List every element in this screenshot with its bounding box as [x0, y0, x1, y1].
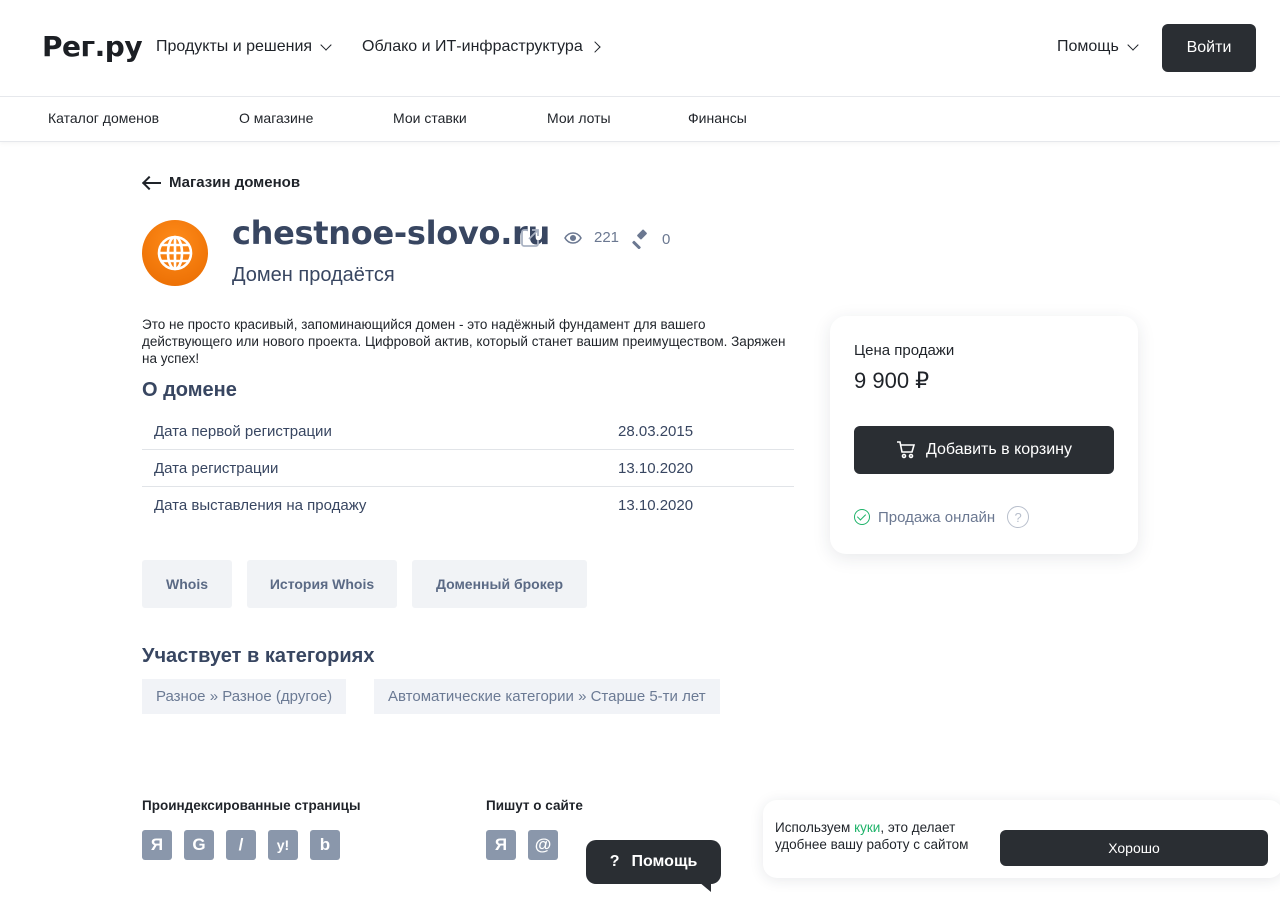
whois-history-button[interactable]: История Whois	[247, 560, 397, 608]
cookie-accept-button[interactable]: Хорошо	[1000, 830, 1268, 866]
globe-icon	[142, 220, 208, 286]
sale-status: Домен продаётся	[232, 264, 395, 286]
cookie-link[interactable]: куки	[854, 820, 880, 835]
info-value: 13.10.2020	[618, 459, 694, 477]
check-circle-icon	[854, 509, 870, 525]
bids-count: 0	[662, 230, 671, 248]
price-label: Цена продажи	[854, 342, 955, 359]
domain-name: chestnoe-slovo.ru	[232, 214, 551, 252]
eye-icon	[564, 231, 582, 244]
nav-cloud[interactable]: Облако и ИТ-инфраструктура	[362, 38, 601, 56]
chevron-down-icon	[1127, 39, 1139, 51]
online-sale: Продажа онлайн ?	[854, 506, 1030, 528]
site-logo[interactable]: Рег.ру	[42, 30, 143, 63]
subnav-finance[interactable]: Финансы	[688, 110, 747, 126]
help-chat-button[interactable]: ? Помощь	[586, 840, 721, 892]
info-label: Дата выставления на продажу	[154, 497, 367, 514]
yahoo-icon[interactable]: y!	[268, 830, 298, 860]
mail-icon[interactable]: @	[528, 830, 558, 860]
cookie-text: Используем куки, это делает удобнее вашу…	[775, 819, 995, 853]
login-button[interactable]: Войти	[1162, 24, 1256, 72]
domain-info-table: Дата первой регистрации 28.03.2015 Дата …	[142, 413, 794, 524]
domain-broker-button[interactable]: Доменный брокер	[412, 560, 587, 608]
whois-button[interactable]: Whois	[142, 560, 232, 608]
question-icon[interactable]: ?	[1007, 506, 1030, 528]
nav-help-label: Помощь	[1057, 38, 1119, 55]
info-value: 13.10.2020	[618, 497, 694, 514]
mentions-title: Пишут о сайте	[486, 798, 583, 813]
yandex-icon[interactable]: Я	[486, 830, 516, 860]
add-to-cart-label: Добавить в корзину	[925, 441, 1072, 458]
cart-icon	[896, 441, 916, 459]
bing-icon[interactable]: b	[310, 830, 340, 860]
external-link-icon[interactable]	[518, 226, 542, 250]
back-link[interactable]: Магазин доменов	[143, 174, 300, 191]
cookie-banner: Используем куки, это делает удобнее вашу…	[763, 800, 1280, 878]
help-chat-label: Помощь	[631, 853, 698, 870]
chevron-right-icon	[589, 41, 601, 53]
category-tag[interactable]: Разное » Разное (другое)	[142, 679, 347, 714]
bids-stat: 0	[632, 229, 670, 249]
nav-products[interactable]: Продукты и решения	[156, 38, 332, 56]
cookie-text-start: Используем	[775, 820, 855, 835]
category-tag[interactable]: Автоматические категории » Старше 5-ти л…	[374, 679, 720, 714]
gavel-icon	[632, 229, 647, 249]
chevron-down-icon	[320, 39, 332, 51]
domain-description: Это не просто красивый, запоминающийся д…	[142, 317, 786, 366]
yandex-icon[interactable]: Я	[142, 830, 172, 860]
nav-help[interactable]: Помощь	[1057, 38, 1139, 56]
views-stat: 221	[564, 229, 619, 246]
subnav-about-shop[interactable]: О магазине	[239, 110, 313, 126]
subnav-catalog[interactable]: Каталог доменов	[48, 110, 159, 126]
info-value: 28.03.2015	[618, 422, 694, 440]
google-icon[interactable]: G	[184, 830, 214, 860]
views-count: 221	[594, 229, 620, 246]
subnav-my-lots[interactable]: Мои лоты	[547, 110, 611, 126]
subnav-my-bids[interactable]: Мои ставки	[393, 110, 467, 126]
price-value: 9 900 ₽	[854, 368, 930, 393]
slash-icon[interactable]: /	[226, 830, 256, 860]
info-label: Дата первой регистрации	[154, 422, 332, 440]
nav-cloud-label: Облако и ИТ-инфраструктура	[362, 38, 583, 55]
price-card: Цена продажи 9 900 ₽ Добавить в корзину …	[830, 316, 1138, 554]
add-to-cart-button[interactable]: Добавить в корзину	[854, 426, 1114, 474]
info-row-first-registration: Дата первой регистрации 28.03.2015	[142, 413, 794, 450]
arrow-left-icon	[143, 176, 161, 190]
about-title: О домене	[142, 379, 237, 401]
info-row-listed-for-sale: Дата выставления на продажу 13.10.2020	[142, 487, 794, 524]
categories-title: Участвует в категориях	[142, 645, 375, 667]
info-row-registration: Дата регистрации 13.10.2020	[142, 450, 794, 487]
online-sale-label: Продажа онлайн	[878, 508, 996, 526]
question-icon: ?	[609, 853, 620, 870]
site-header: Рег.ру Продукты и решения Облако и ИТ-ин…	[0, 0, 1280, 97]
nav-products-label: Продукты и решения	[156, 38, 313, 55]
info-label: Дата регистрации	[154, 459, 279, 477]
back-link-label: Магазин доменов	[169, 174, 301, 191]
shop-subnav: Каталог доменов О магазине Мои ставки Мо…	[0, 97, 1280, 142]
indexed-pages-title: Проиндексированные страницы	[142, 798, 361, 813]
